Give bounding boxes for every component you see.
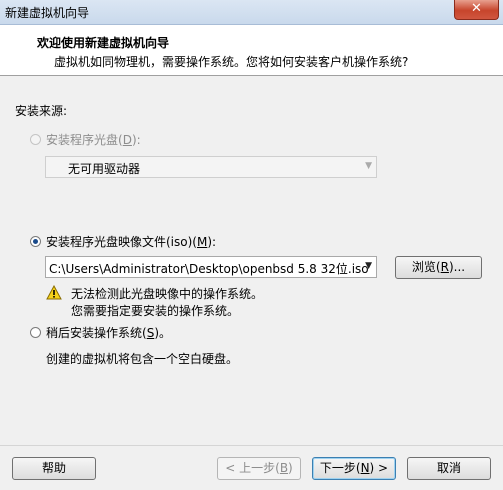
iso-warning-line2: 您需要指定要安装的操作系统。 xyxy=(71,304,240,318)
iso-path-select[interactable]: C:\Users\Administrator\Desktop\openbsd 5… xyxy=(45,256,377,278)
iso-option-label: 安装程序光盘映像文件(iso)(M): xyxy=(46,235,217,249)
warning-icon xyxy=(46,285,62,300)
cancel-button[interactable]: 取消 xyxy=(407,457,491,480)
install-source-label: 安装来源: xyxy=(15,104,68,118)
wizard-header: 欢迎使用新建虚拟机向导 虚拟机如同物理机，需要操作系统。您将如何安装客户机操作系… xyxy=(0,25,503,76)
iso-path-value: C:\Users\Administrator\Desktop\openbsd 5… xyxy=(49,262,369,276)
chevron-down-icon: ▼ xyxy=(365,161,372,171)
drive-select[interactable]: 无可用驱动器 ▼ xyxy=(45,156,377,178)
next-button[interactable]: 下一步(N) > xyxy=(312,457,396,480)
new-vm-wizard-window: 新建虚拟机向导 ✕ 欢迎使用新建虚拟机向导 虚拟机如同物理机，需要操作系统。您将… xyxy=(0,0,503,490)
footer-divider xyxy=(0,445,503,446)
header-title: 欢迎使用新建虚拟机向导 xyxy=(37,36,170,50)
install-later-radio[interactable] xyxy=(30,327,41,338)
browse-button[interactable]: 浏览(R)... xyxy=(395,256,482,279)
drive-select-value: 无可用驱动器 xyxy=(68,162,141,176)
title-bar: 新建虚拟机向导 ✕ xyxy=(0,0,503,25)
install-later-label: 稍后安装操作系统(S)。 xyxy=(46,326,171,340)
disc-radio[interactable] xyxy=(30,134,41,145)
window-title: 新建虚拟机向导 xyxy=(5,6,90,20)
disc-option-label: 安装程序光盘(D): xyxy=(46,133,141,147)
chevron-down-icon: ▼ xyxy=(365,261,372,271)
help-button[interactable]: 帮助 xyxy=(12,457,96,480)
close-button[interactable]: ✕ xyxy=(454,0,499,20)
back-button[interactable]: < 上一步(B) xyxy=(217,457,301,480)
header-subtitle: 虚拟机如同物理机，需要操作系统。您将如何安装客户机操作系统? xyxy=(54,55,409,69)
iso-radio[interactable] xyxy=(30,236,41,247)
install-later-note: 创建的虚拟机将包含一个空白硬盘。 xyxy=(46,352,239,366)
iso-warning-line1: 无法检测此光盘映像中的操作系统。 xyxy=(71,287,264,301)
